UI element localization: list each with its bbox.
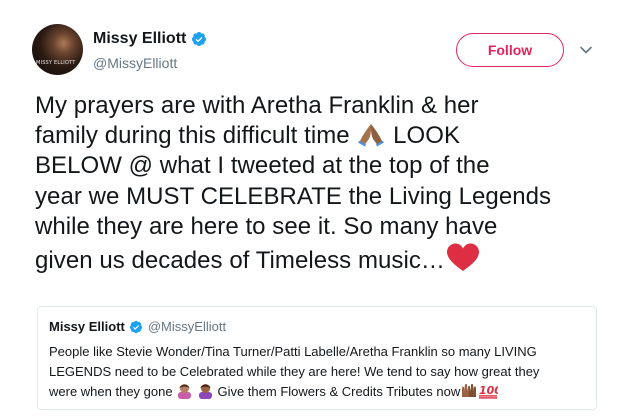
quoted-author-name: Missy Elliott <box>49 319 125 334</box>
quoted-line: LEGENDS need to be Celebrated while they… <box>49 364 540 379</box>
avatar[interactable]: MISSY ELLIOTT <box>32 24 83 75</box>
tweet-line: My prayers are with Aretha Franklin & he… <box>35 92 479 119</box>
quoted-tweet[interactable]: Missy Elliott @MissyElliott People like … <box>37 306 597 410</box>
author-handle[interactable]: @MissyElliott <box>93 55 177 71</box>
tweet-line-text-2: LOOK <box>393 122 461 150</box>
tweet-line-2: family during this difficult time LOOK <box>35 121 615 151</box>
quoted-tweet-text: People like Stevie Wonder/Tina Turner/Pa… <box>49 342 589 402</box>
tweet-line-text: given us decades of Timeless music… <box>35 247 445 275</box>
tweet-line-7: given us decades of Timeless music… <box>35 242 615 276</box>
follow-button[interactable]: Follow <box>456 33 564 67</box>
avatar-watermark: MISSY ELLIOTT <box>36 60 76 66</box>
quoted-author-handle: @MissyElliott <box>147 319 227 334</box>
folded-hands-icon <box>358 124 385 147</box>
tweet-card: MISSY ELLIOTT Missy Elliott @MissyElliot… <box>0 0 629 420</box>
person-tipping-hand-icon <box>178 384 192 399</box>
tweet-line: while they are here to see it. So many h… <box>35 212 498 240</box>
quoted-tweet-header: Missy Elliott @MissyElliott <box>49 319 226 334</box>
tweet-line-text: family during this difficult time <box>35 122 350 150</box>
red-heart-icon <box>446 243 479 272</box>
quoted-line-text: were when they gone <box>49 384 173 399</box>
tweet-line: year we MUST CELEBRATE the Living Legend… <box>35 182 552 210</box>
quoted-line-3: were when they gone Give them Flowers & … <box>49 382 589 402</box>
author-name-row[interactable]: Missy Elliott <box>93 30 207 48</box>
verified-badge-icon <box>192 32 207 46</box>
verified-badge-icon <box>129 320 142 333</box>
raising-hands-icon <box>462 383 477 397</box>
author-name[interactable]: Missy Elliott <box>93 30 186 48</box>
chevron-down-icon[interactable] <box>578 42 594 58</box>
svg-text:100: 100 <box>479 384 498 397</box>
quoted-line-text-2: Give them Flowers & Credits Tributes now <box>217 384 461 399</box>
person-tipping-hand-icon <box>198 384 212 399</box>
quoted-line: People like Stevie Wonder/Tina Turner/Pa… <box>49 344 537 359</box>
hundred-points-icon: 100 <box>479 384 498 399</box>
tweet-line: BELOW @ what I tweeted at the top of the <box>35 152 490 180</box>
tweet-text: My prayers are with Aretha Franklin & he… <box>35 91 615 276</box>
